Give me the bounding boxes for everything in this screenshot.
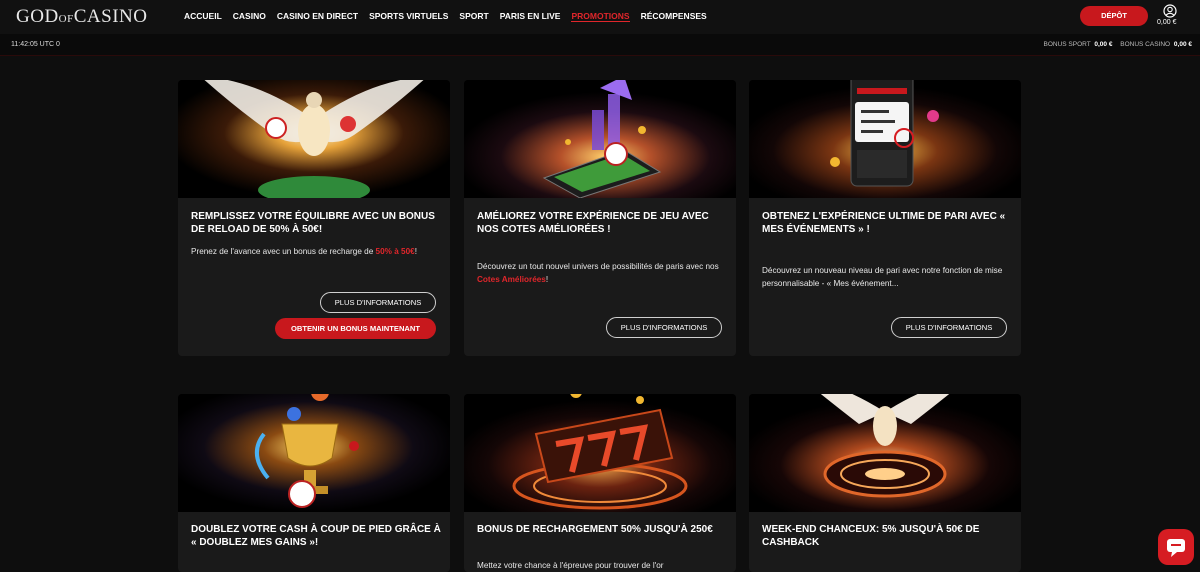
logo-text-casino: CASINO [73, 6, 148, 27]
promo-title: OBTENEZ L'EXPÉRIENCE ULTIME DE PARI AVEC… [762, 211, 1006, 235]
promo-image-my-events [749, 80, 1021, 198]
promo-description-end: ! [545, 275, 549, 284]
more-info-button[interactable]: PLUS D'INFORMATIONS [320, 292, 436, 313]
bonus-balances: BONUS SPORT 0,00 € BONUS CASINO 0,00 € [1043, 41, 1192, 48]
promo-card-boosted-odds: AMÉLIOREZ VOTRE EXPÉRIENCE DE JEU AVEC N… [464, 80, 736, 356]
promo-description-text: Prenez de l'avance avec un bonus de rech… [191, 247, 376, 256]
promo-card-my-events: OBTENEZ L'EXPÉRIENCE ULTIME DE PARI AVEC… [749, 80, 1021, 356]
deposit-button[interactable]: DÉPÔT [1080, 6, 1148, 26]
promo-description: Prenez de l'avance avec un bonus de rech… [191, 245, 439, 258]
bonus-sport-value: 0,00 € [1094, 41, 1113, 48]
promo-card-weekend-cashback: WEEK-END CHANCEUX: 5% JUSQU'À 50€ DE CAS… [749, 394, 1021, 572]
promo-description-end: ! [414, 247, 417, 256]
bonus-sport-label: BONUS SPORT [1043, 41, 1091, 48]
site-logo[interactable]: GODOFCASINO [16, 6, 147, 28]
nav-recompenses[interactable]: RÉCOMPENSES [641, 11, 707, 22]
nav-casino[interactable]: CASINO [233, 11, 266, 22]
nav-accueil[interactable]: ACCUEIL [184, 11, 222, 22]
promo-card-double-cash: DOUBLEZ VOTRE CASH À COUP DE PIED GRÂCE … [178, 394, 450, 572]
promo-title: DOUBLEZ VOTRE CASH À COUP DE PIED GRÂCE … [191, 524, 441, 548]
promo-description: Découvrez un tout nouvel univers de poss… [477, 260, 725, 286]
balance-amount: 0,00 € [1157, 19, 1177, 26]
get-bonus-button[interactable]: OBTENIR UN BONUS MAINTENANT [275, 318, 436, 339]
bonus-casino-value: 0,00 € [1173, 41, 1192, 48]
more-info-button[interactable]: PLUS D'INFORMATIONS [606, 317, 722, 338]
promo-title: AMÉLIOREZ VOTRE EXPÉRIENCE DE JEU AVEC N… [477, 211, 709, 235]
promo-description-text: Découvrez un nouveau niveau de pari avec… [762, 266, 1003, 288]
logo-text-of: OF [58, 13, 74, 25]
status-bar: 11:42:05 UTC 0 BONUS SPORT 0,00 € BONUS … [0, 34, 1200, 56]
promo-title: WEEK-END CHANCEUX: 5% JUSQU'À 50€ DE CAS… [762, 524, 980, 548]
promo-title: BONUS DE RECHARGEMENT 50% JUSQU'À 250€ [477, 524, 713, 535]
nav-paris-en-live[interactable]: PARIS EN LIVE [500, 11, 561, 22]
promo-description-text: Mettez votre chance à l'épreuve pour tro… [477, 561, 664, 570]
promo-description: Découvrez un nouveau niveau de pari avec… [762, 264, 1010, 290]
chat-button[interactable] [1158, 529, 1194, 565]
promo-description: Mettez votre chance à l'épreuve pour tro… [477, 559, 725, 572]
main-nav: ACCUEIL CASINO CASINO EN DIRECT SPORTS V… [184, 11, 718, 22]
promo-image-trophy [178, 394, 450, 512]
more-info-button[interactable]: PLUS D'INFORMATIONS [891, 317, 1007, 338]
nav-sports-virtuels[interactable]: SPORTS VIRTUELS [369, 11, 448, 22]
promo-image-angel-arena [749, 394, 1021, 512]
promo-card-reload-250: BONUS DE RECHARGEMENT 50% JUSQU'À 250€ M… [464, 394, 736, 572]
nav-promotions[interactable]: PROMOTIONS [571, 11, 630, 22]
bonus-casino-label: BONUS CASINO [1120, 41, 1171, 48]
promo-highlight: 50% à 50€ [375, 247, 415, 256]
promo-image-angel-football [178, 80, 450, 198]
nav-sport[interactable]: SPORT [459, 11, 488, 22]
promo-highlight: Cotes Améliorées [477, 275, 546, 284]
logo-text-god: GOD [16, 6, 59, 27]
promo-description-text: Découvrez un tout nouvel univers de poss… [477, 262, 719, 271]
promo-image-boosted-odds [464, 80, 736, 198]
promo-image-slot-777 [464, 394, 736, 512]
nav-casino-en-direct[interactable]: CASINO EN DIRECT [277, 11, 358, 22]
promo-card-reload: REMPLISSEZ VOTRE ÉQUILIBRE AVEC UN BONUS… [178, 80, 450, 356]
user-circle-icon[interactable] [1163, 4, 1177, 18]
top-header: GODOFCASINO ACCUEIL CASINO CASINO EN DIR… [0, 0, 1200, 34]
clock: 11:42:05 UTC 0 [11, 41, 60, 48]
promo-title: REMPLISSEZ VOTRE ÉQUILIBRE AVEC UN BONUS… [191, 211, 435, 235]
chat-bubble-icon [1167, 539, 1185, 557]
